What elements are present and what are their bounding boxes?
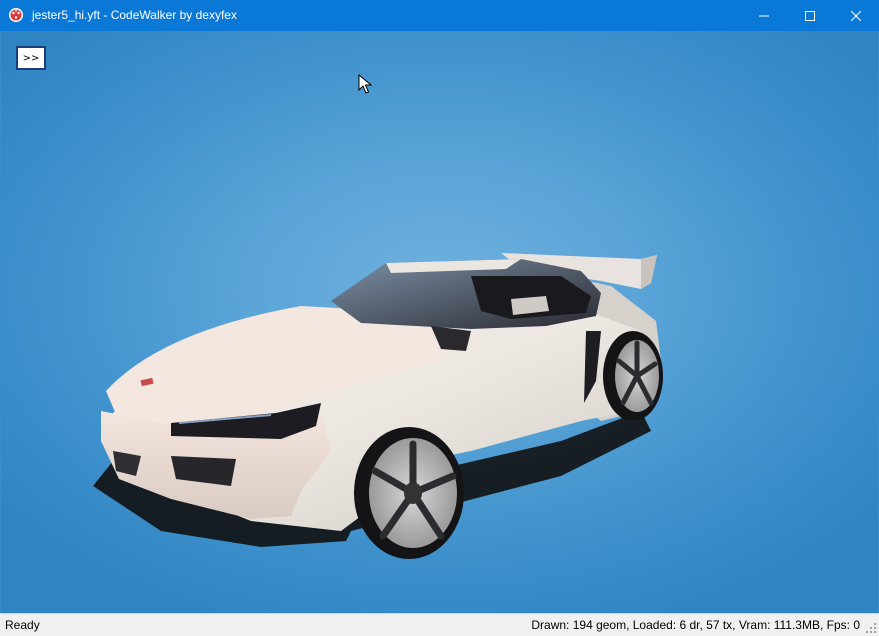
maximize-icon [805, 10, 815, 21]
minimize-button[interactable] [741, 0, 787, 31]
resize-grip-icon[interactable] [865, 622, 877, 634]
status-bar: Ready Drawn: 194 geom, Loaded: 6 dr, 57 … [0, 613, 879, 636]
close-button[interactable] [833, 0, 879, 31]
maximize-button[interactable] [787, 0, 833, 31]
title-bar[interactable]: jester5_hi.yft - CodeWalker by dexyfex [0, 0, 879, 31]
3d-viewport[interactable]: >> [1, 31, 878, 613]
close-icon [851, 10, 861, 21]
render-stats: Drawn: 194 geom, Loaded: 6 dr, 57 tx, Vr… [531, 618, 860, 632]
window-title: jester5_hi.yft - CodeWalker by dexyfex [32, 8, 237, 22]
sports-car-model[interactable] [1, 31, 878, 613]
status-text: Ready [5, 618, 40, 632]
codewalker-window: jester5_hi.yft - CodeWalker by dexyfex >… [0, 0, 879, 636]
app-icon[interactable] [8, 7, 24, 23]
minimize-icon [759, 15, 769, 16]
mouse-pointer-icon [358, 74, 372, 94]
toggle-panel-button[interactable]: >> [16, 46, 46, 70]
